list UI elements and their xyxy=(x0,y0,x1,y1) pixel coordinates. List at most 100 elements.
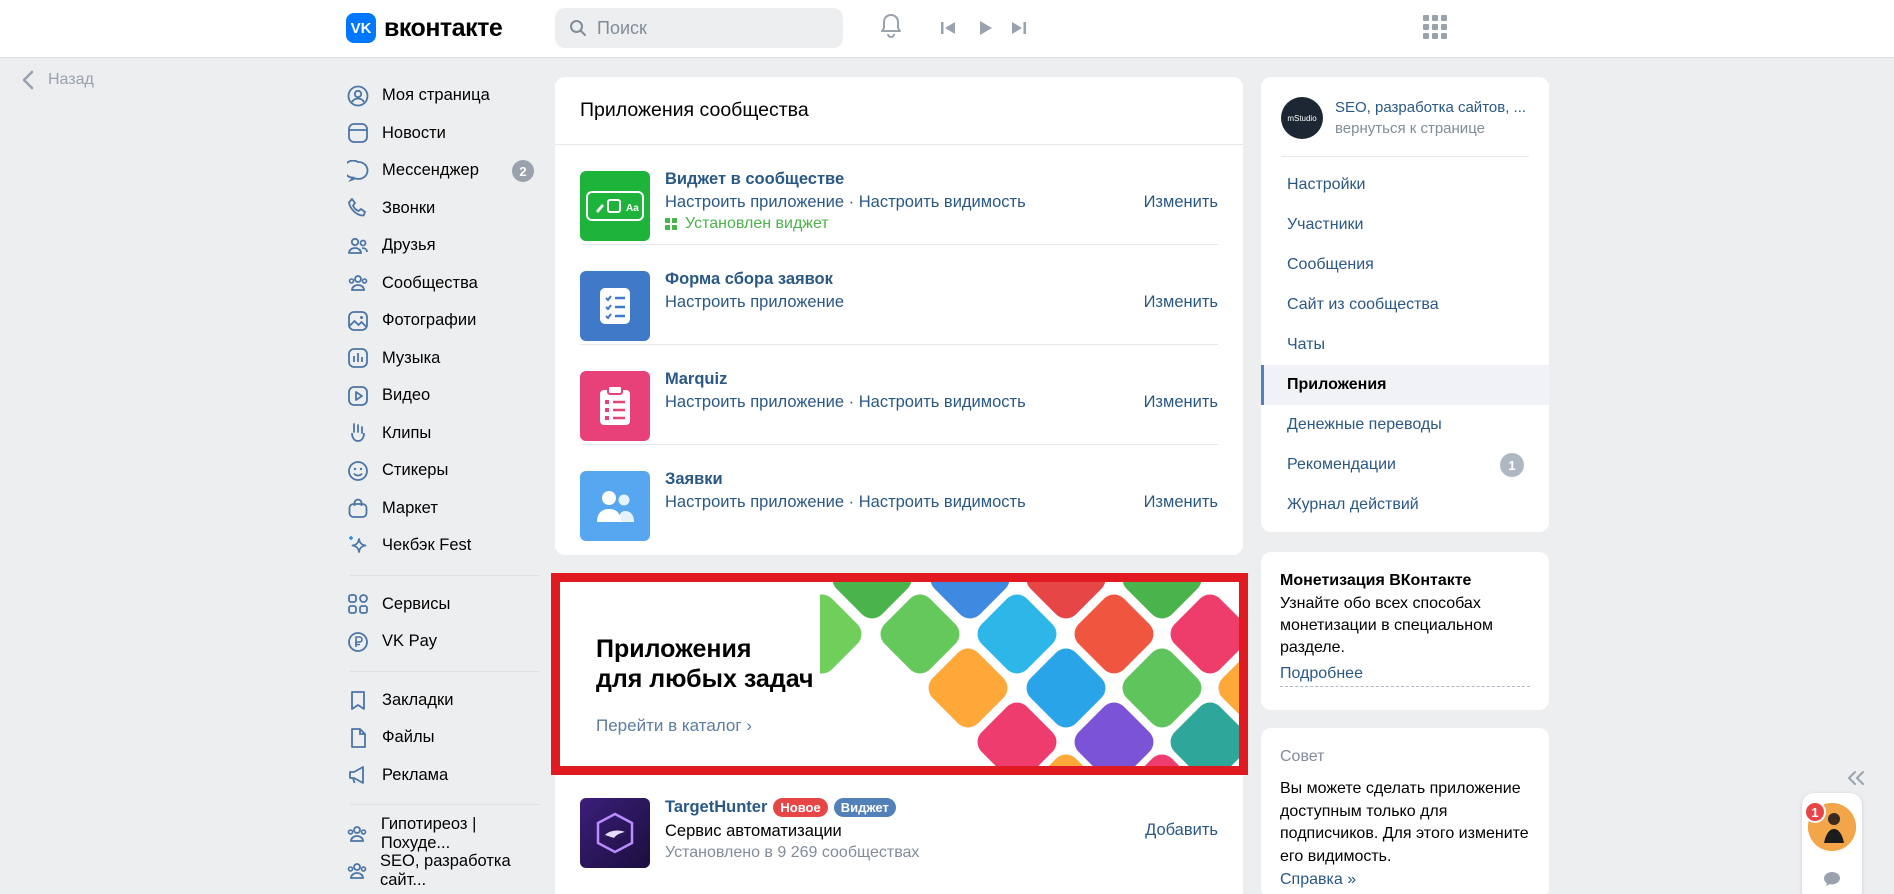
tip-text: Вы можете сделать приложение доступным т… xyxy=(1280,780,1529,865)
menu-apps[interactable]: Приложения xyxy=(1261,365,1549,405)
vk-logo-text: вконтакте xyxy=(384,13,503,42)
targethunter-installs: Установлено в 9 269 сообществах xyxy=(665,844,920,861)
news-icon xyxy=(346,121,370,145)
nav-files[interactable]: Файлы xyxy=(346,719,542,757)
nav-services[interactable]: Сервисы xyxy=(346,586,542,624)
app-settings-links[interactable]: Настроить приложение · Настроить видимос… xyxy=(665,493,1026,512)
group-icon xyxy=(346,859,368,883)
banner-title-line2: для любых задач xyxy=(596,665,814,693)
widget-status-icon xyxy=(665,218,677,230)
app-title[interactable]: Marquiz xyxy=(665,370,727,389)
next-track-icon[interactable] xyxy=(1009,18,1029,38)
nav-market[interactable]: Маркет xyxy=(346,490,542,528)
play-icon[interactable] xyxy=(975,18,995,38)
return-to-page-link[interactable]: вернуться к странице xyxy=(1335,118,1526,139)
communities-icon xyxy=(346,271,370,295)
monetization-more-link[interactable]: Подробнее xyxy=(1280,665,1530,687)
search-box[interactable] xyxy=(555,8,843,48)
market-icon xyxy=(346,496,370,520)
menu-recommendations[interactable]: Рекомендации 1 xyxy=(1261,445,1549,485)
nav-calls[interactable]: Звонки xyxy=(346,190,542,228)
nav-clips[interactable]: Клипы xyxy=(346,415,542,453)
menu-action-log[interactable]: Журнал действий xyxy=(1261,485,1549,525)
app-status: Установлен виджет xyxy=(665,215,829,233)
nav-label: Реклама xyxy=(382,765,449,784)
nav-label: Новости xyxy=(382,123,446,142)
monetization-card: Монетизация ВКонтакте Узнайте обо всех с… xyxy=(1261,552,1549,710)
help-link[interactable]: Справка » xyxy=(1280,871,1530,889)
floating-chat-widget[interactable]: 1 xyxy=(1802,793,1862,894)
user-circle-icon xyxy=(346,84,370,108)
bell-icon[interactable] xyxy=(877,12,905,40)
megaphone-icon xyxy=(346,763,370,787)
nav-communities[interactable]: Сообщества xyxy=(346,265,542,303)
nav-group-seo[interactable]: SEO, разработка сайт... xyxy=(346,852,542,891)
banner-title: Приложения для любых задач xyxy=(596,634,814,694)
nav-music[interactable]: Музыка xyxy=(346,340,542,378)
edit-app-button[interactable]: Изменить xyxy=(1144,293,1218,312)
search-input[interactable] xyxy=(597,17,817,39)
app-title[interactable]: Виджет в сообществе xyxy=(665,170,844,189)
apps-grid-icon[interactable] xyxy=(1423,15,1447,39)
edit-app-button[interactable]: Изменить xyxy=(1144,493,1218,512)
app-title[interactable]: Форма сбора заявок xyxy=(665,270,833,289)
widget-badge: Виджет xyxy=(833,798,896,817)
nav-stickers[interactable]: Стикеры xyxy=(346,452,542,490)
menu-chats[interactable]: Чаты xyxy=(1261,325,1549,365)
group-header[interactable]: mStudio SEO, разработка сайтов, ... верн… xyxy=(1281,97,1526,139)
edit-app-button[interactable]: Изменить xyxy=(1144,393,1218,412)
nav-vkpay[interactable]: VK Pay xyxy=(346,623,542,661)
svg-text:Aa: Aa xyxy=(626,203,639,214)
nav-bookmarks[interactable]: Закладки xyxy=(346,682,542,720)
targethunter-logo-icon xyxy=(580,798,650,868)
nav-my-page[interactable]: Моя страница xyxy=(346,77,542,115)
apps-catalog-banner[interactable]: Приложения для любых задач Перейти в кат… xyxy=(551,573,1248,775)
app-title[interactable]: Заявки xyxy=(665,470,723,489)
menu-site[interactable]: Сайт из сообщества xyxy=(1261,285,1549,325)
nav-label: SEO, разработка сайт... xyxy=(380,852,511,890)
messenger-badge: 2 xyxy=(512,160,534,182)
nav-video[interactable]: Видео xyxy=(346,377,542,415)
nav-label: Музыка xyxy=(382,348,441,367)
new-badge: Новое xyxy=(773,798,828,817)
app-title[interactable]: TargetHunter xyxy=(665,798,767,817)
vk-logo[interactable]: VK вконтакте xyxy=(346,13,503,43)
clipboard-icon xyxy=(580,371,650,441)
app-settings-links[interactable]: Настроить приложение · Настроить видимос… xyxy=(665,393,1026,412)
nav-label: Друзья xyxy=(382,236,436,255)
nav-group-hypothyroid[interactable]: Гипотиреоз | Похуде... xyxy=(346,815,542,853)
nav-ads[interactable]: Реклама xyxy=(346,757,542,795)
search-icon xyxy=(570,20,586,36)
community-apps-card: Приложения сообщества Aa Виджет в сообще… xyxy=(555,77,1243,555)
nav-messenger[interactable]: Мессенджер 2 xyxy=(346,152,542,190)
nav-photos[interactable]: Фотографии xyxy=(346,302,542,340)
menu-messages[interactable]: Сообщения xyxy=(1261,245,1549,285)
catalog-link[interactable]: Перейти в каталог › xyxy=(596,716,752,736)
nav-label: Гипотиреоз | Похуде... xyxy=(380,814,477,852)
targethunter-title: TargetHunter Новое Виджет xyxy=(665,798,896,817)
nav-label: Чекбэк Fest xyxy=(382,536,472,555)
nav-label: Сообщества xyxy=(382,273,478,292)
sparkle-icon xyxy=(346,534,370,558)
edit-app-button[interactable]: Изменить xyxy=(1144,193,1218,212)
menu-members[interactable]: Участники xyxy=(1261,205,1549,245)
app-settings-links[interactable]: Настроить приложение · Настроить видимос… xyxy=(665,193,1026,212)
menu-money-transfers[interactable]: Денежные переводы xyxy=(1261,405,1549,445)
people-icon xyxy=(580,471,650,541)
app-settings-links[interactable]: Настроить приложение xyxy=(665,293,844,312)
nav-news[interactable]: Новости xyxy=(346,115,542,153)
vkpay-icon xyxy=(346,630,370,654)
nav-label: Моя страница xyxy=(382,86,490,105)
nav-checkback[interactable]: Чекбэк Fest xyxy=(346,527,542,565)
group-name[interactable]: SEO, разработка сайтов, ... xyxy=(1335,97,1526,118)
prev-track-icon[interactable] xyxy=(938,18,958,38)
menu-settings[interactable]: Настройки xyxy=(1261,165,1549,205)
tip-card: Совет Вы можете сделать приложение досту… xyxy=(1261,728,1549,894)
collapse-panel-icon[interactable] xyxy=(1846,766,1866,792)
chat-bubble-icon[interactable] xyxy=(1823,871,1841,892)
nav-friends[interactable]: Друзья xyxy=(346,227,542,265)
checklist-icon xyxy=(580,271,650,341)
add-app-button[interactable]: Добавить xyxy=(1145,821,1218,840)
clips-icon xyxy=(346,421,370,445)
back-link[interactable]: Назад xyxy=(22,70,94,90)
